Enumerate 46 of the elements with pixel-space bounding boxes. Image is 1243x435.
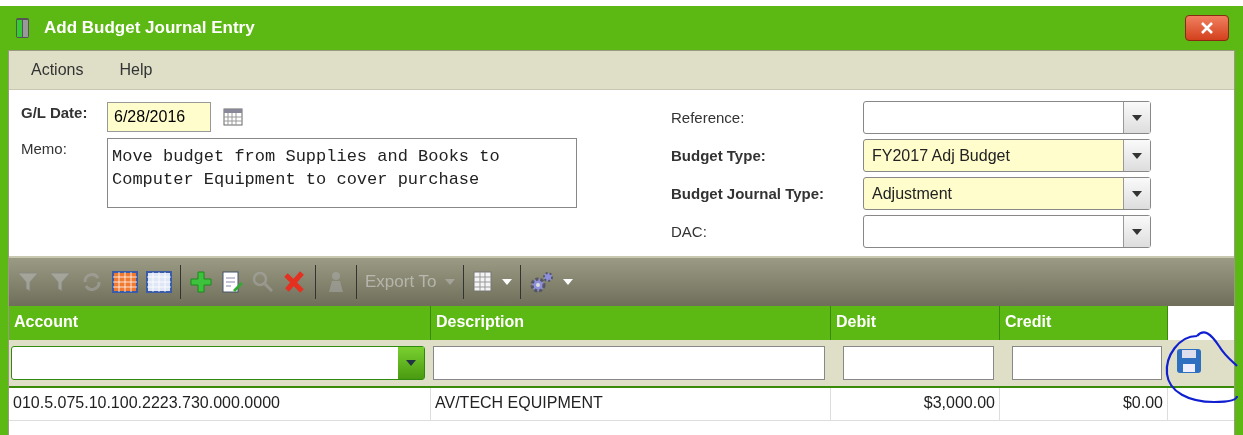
field-label: DAC: [671, 223, 708, 240]
caret-icon [501, 279, 512, 285]
table-cell: 010.5.075.10.100.2223.730.000.0000 [9, 388, 431, 420]
search-icon [251, 270, 275, 294]
table-cell: $3,000.00 [831, 388, 1000, 420]
caret-icon [1132, 190, 1142, 197]
funnel-icon [48, 270, 72, 294]
field-label: Memo: [21, 139, 68, 157]
field-label: Budget Journal Type: [671, 185, 826, 202]
notepad-icon [221, 270, 243, 294]
filter-field[interactable] [433, 346, 825, 380]
funnel-icon [16, 270, 40, 294]
caret-icon [444, 279, 455, 285]
caret-icon [562, 279, 573, 285]
dropdown-field[interactable]: Adjustment [863, 177, 1151, 210]
field-label: G/L Date: [21, 103, 89, 121]
field-label: Budget Type: [671, 147, 767, 164]
delete-icon [283, 270, 307, 294]
columns-icon [471, 270, 494, 294]
dropdown-field[interactable] [863, 101, 1151, 134]
caret-icon [406, 360, 416, 366]
menu-item[interactable]: Actions [31, 61, 84, 79]
grid-icon [112, 270, 138, 294]
date-field[interactable]: 6/28/2016 [107, 102, 211, 132]
dropdown-field[interactable] [863, 215, 1151, 248]
caret-icon [1132, 114, 1142, 121]
gear-icon [528, 270, 555, 294]
filter-field[interactable] [1012, 346, 1162, 380]
window-title: Add Budget Journal Entry [44, 18, 255, 38]
menu-item[interactable]: Help [119, 61, 153, 79]
field-label: Reference: [671, 109, 746, 126]
plus-icon [189, 270, 213, 294]
caret-icon [1132, 228, 1142, 235]
book-icon [14, 16, 32, 40]
table-cell: $0.00 [1000, 388, 1168, 420]
close-button[interactable] [1185, 15, 1229, 41]
table-cell: AV/TECH EQUIPMENT [431, 388, 831, 420]
filter-field[interactable] [843, 346, 994, 380]
caret-icon [1132, 152, 1142, 159]
filter-dropdown[interactable] [11, 346, 425, 380]
close-icon [1201, 22, 1213, 34]
save-icon[interactable] [1176, 348, 1202, 374]
grid-icon [146, 270, 172, 294]
memo-field[interactable]: Move budget from Supplies and Books to Computer Equipment to cover purchase [107, 138, 577, 208]
dropdown-field[interactable]: FY2017 Adj Budget [863, 139, 1151, 172]
calendar-icon[interactable] [223, 107, 243, 127]
